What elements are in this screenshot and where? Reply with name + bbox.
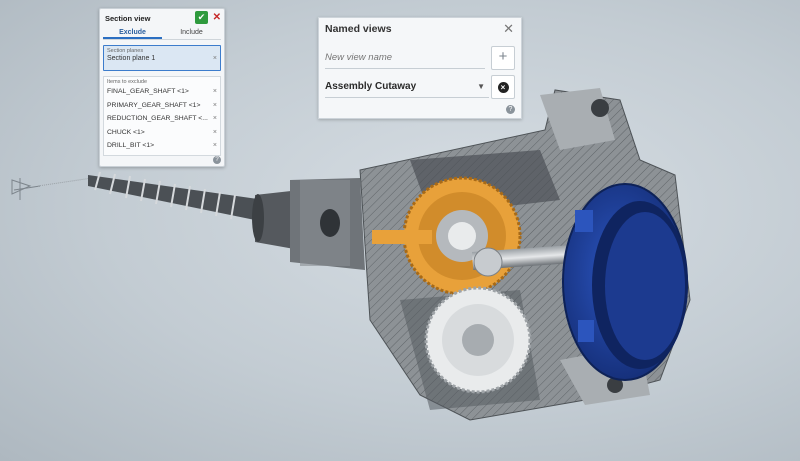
check-icon[interactable]: ✔ <box>195 11 208 24</box>
section-plane-row[interactable]: Section plane 1 × <box>104 54 220 63</box>
close-icon[interactable]: ✕ <box>503 22 514 36</box>
close-icon[interactable]: × <box>213 142 217 149</box>
motor-cap[interactable] <box>562 183 688 381</box>
list-item-label: REDUCTION_GEAR_SHAFT <... <box>107 115 208 123</box>
list-item-label: PRIMARY_GEAR_SHAFT <1> <box>107 101 201 109</box>
named-views-panel: Named views ✕ + Assembly Cutaway ▼ × ? <box>318 17 522 119</box>
named-views-header: Named views ✕ <box>319 18 521 40</box>
close-icon[interactable]: × <box>213 129 217 136</box>
list-item[interactable]: PRIMARY_GEAR_SHAFT <1> × <box>104 99 220 113</box>
section-plane-glyph[interactable] <box>11 177 93 200</box>
caret-down-icon: ▼ <box>477 81 485 91</box>
view-select-row: Assembly Cutaway ▼ × <box>325 75 515 99</box>
reduction-gear[interactable] <box>424 286 532 394</box>
section-plane-label: Section plane 1 <box>107 55 156 62</box>
named-view-dropdown[interactable]: Assembly Cutaway ▼ <box>325 75 489 98</box>
clear-circle-icon: × <box>497 81 509 93</box>
new-view-row: + <box>325 46 515 70</box>
close-icon[interactable]: × <box>213 88 217 95</box>
named-views-title: Named views <box>325 23 392 35</box>
chuck[interactable] <box>252 178 365 270</box>
selected-view-label: Assembly Cutaway <box>325 80 417 92</box>
list-item[interactable]: CHUCK <1> × <box>104 126 220 140</box>
close-icon[interactable]: ✕ <box>213 12 221 23</box>
list-item-label: FINAL_GEAR_SHAFT <1> <box>107 88 189 96</box>
list-item[interactable]: FINAL_GEAR_SHAFT <1> × <box>104 85 220 99</box>
list-item-label: DRILL_BIT <1> <box>107 142 155 150</box>
section-view-header: Section view ✔ ✕ <box>100 9 224 27</box>
tab-include[interactable]: Include <box>162 27 221 39</box>
section-planes-field[interactable]: Section planes Section plane 1 × <box>103 45 221 71</box>
section-view-panel: Section view ✔ ✕ Exclude Include Section… <box>99 8 225 167</box>
section-view-title: Section view <box>105 13 151 23</box>
drill-bit[interactable] <box>88 171 265 222</box>
help-icon[interactable]: ? <box>213 156 221 164</box>
section-planes-label: Section planes <box>107 48 144 54</box>
close-icon[interactable]: × <box>213 115 217 122</box>
list-item-label: CHUCK <1> <box>107 128 145 136</box>
tab-exclude[interactable]: Exclude <box>103 27 162 39</box>
clear-view-button[interactable]: × <box>491 75 515 99</box>
close-icon[interactable]: × <box>213 102 217 109</box>
plus-icon[interactable]: + <box>491 46 515 70</box>
close-icon[interactable]: × <box>213 55 217 62</box>
section-view-tabs: Exclude Include <box>103 27 221 40</box>
items-to-exclude-label: Items to exclude <box>107 79 148 85</box>
new-view-name-input[interactable] <box>325 46 485 69</box>
help-icon[interactable]: ? <box>506 105 515 114</box>
list-item[interactable]: REDUCTION_GEAR_SHAFT <... × <box>104 112 220 126</box>
items-to-exclude-list[interactable]: Items to exclude FINAL_GEAR_SHAFT <1> × … <box>103 76 221 156</box>
list-item[interactable]: DRILL_BIT <1> × <box>104 139 220 153</box>
